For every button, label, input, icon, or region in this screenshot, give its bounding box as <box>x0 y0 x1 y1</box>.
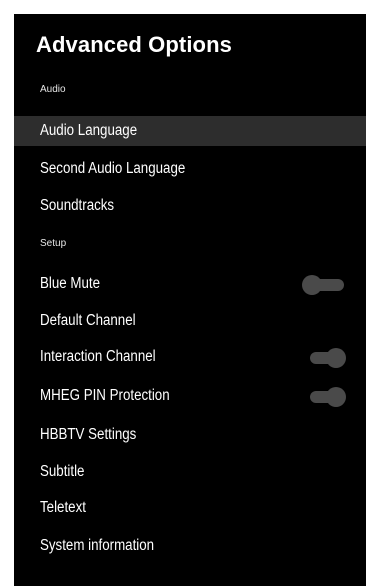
toggle-knob <box>326 348 346 368</box>
menu-item-label: System information <box>40 537 155 554</box>
menu-item-soundtracks[interactable]: Soundtracks <box>14 191 366 221</box>
menu-item-second-audio-language[interactable]: Second Audio Language <box>14 154 366 184</box>
menu-item-label: Soundtracks <box>40 197 115 214</box>
menu-item-label: Second Audio Language <box>40 160 186 177</box>
section-label-audio: Audio <box>40 84 66 95</box>
section-label-setup: Setup <box>40 238 67 249</box>
menu-title: Advanced Options <box>36 32 232 57</box>
toggle-knob <box>326 387 346 407</box>
menu-item-label: Audio Language <box>40 122 138 139</box>
menu-item-hbbtv-settings[interactable]: HBBTV Settings <box>14 420 366 450</box>
menu-item-mheg-pin-protection[interactable]: MHEG PIN Protection <box>14 381 366 411</box>
menu-item-subtitle[interactable]: Subtitle <box>14 457 366 487</box>
menu-item-blue-mute[interactable]: Blue Mute <box>14 269 366 299</box>
menu-item-label: Teletext <box>40 499 86 516</box>
menu-item-label: Blue Mute <box>40 275 101 292</box>
toggle-knob <box>302 275 322 295</box>
menu-item-interaction-channel[interactable]: Interaction Channel <box>14 342 366 372</box>
menu-item-default-channel[interactable]: Default Channel <box>14 306 366 336</box>
menu-item-label: HBBTV Settings <box>40 426 137 443</box>
menu-item-teletext[interactable]: Teletext <box>14 493 366 523</box>
mheg-pin-protection-toggle[interactable] <box>302 387 348 407</box>
interaction-channel-toggle[interactable] <box>302 348 348 368</box>
menu-item-audio-language[interactable]: Audio Language <box>14 116 366 146</box>
blue-mute-toggle[interactable] <box>302 275 348 295</box>
menu-item-label: Default Channel <box>40 312 136 329</box>
advanced-options-panel: Advanced Options Audio Audio Language Se… <box>14 14 366 586</box>
menu-item-label: MHEG PIN Protection <box>40 387 170 404</box>
menu-item-label: Subtitle <box>40 463 85 480</box>
menu-item-label: Interaction Channel <box>40 348 156 365</box>
menu-item-system-information[interactable]: System information <box>14 531 366 561</box>
